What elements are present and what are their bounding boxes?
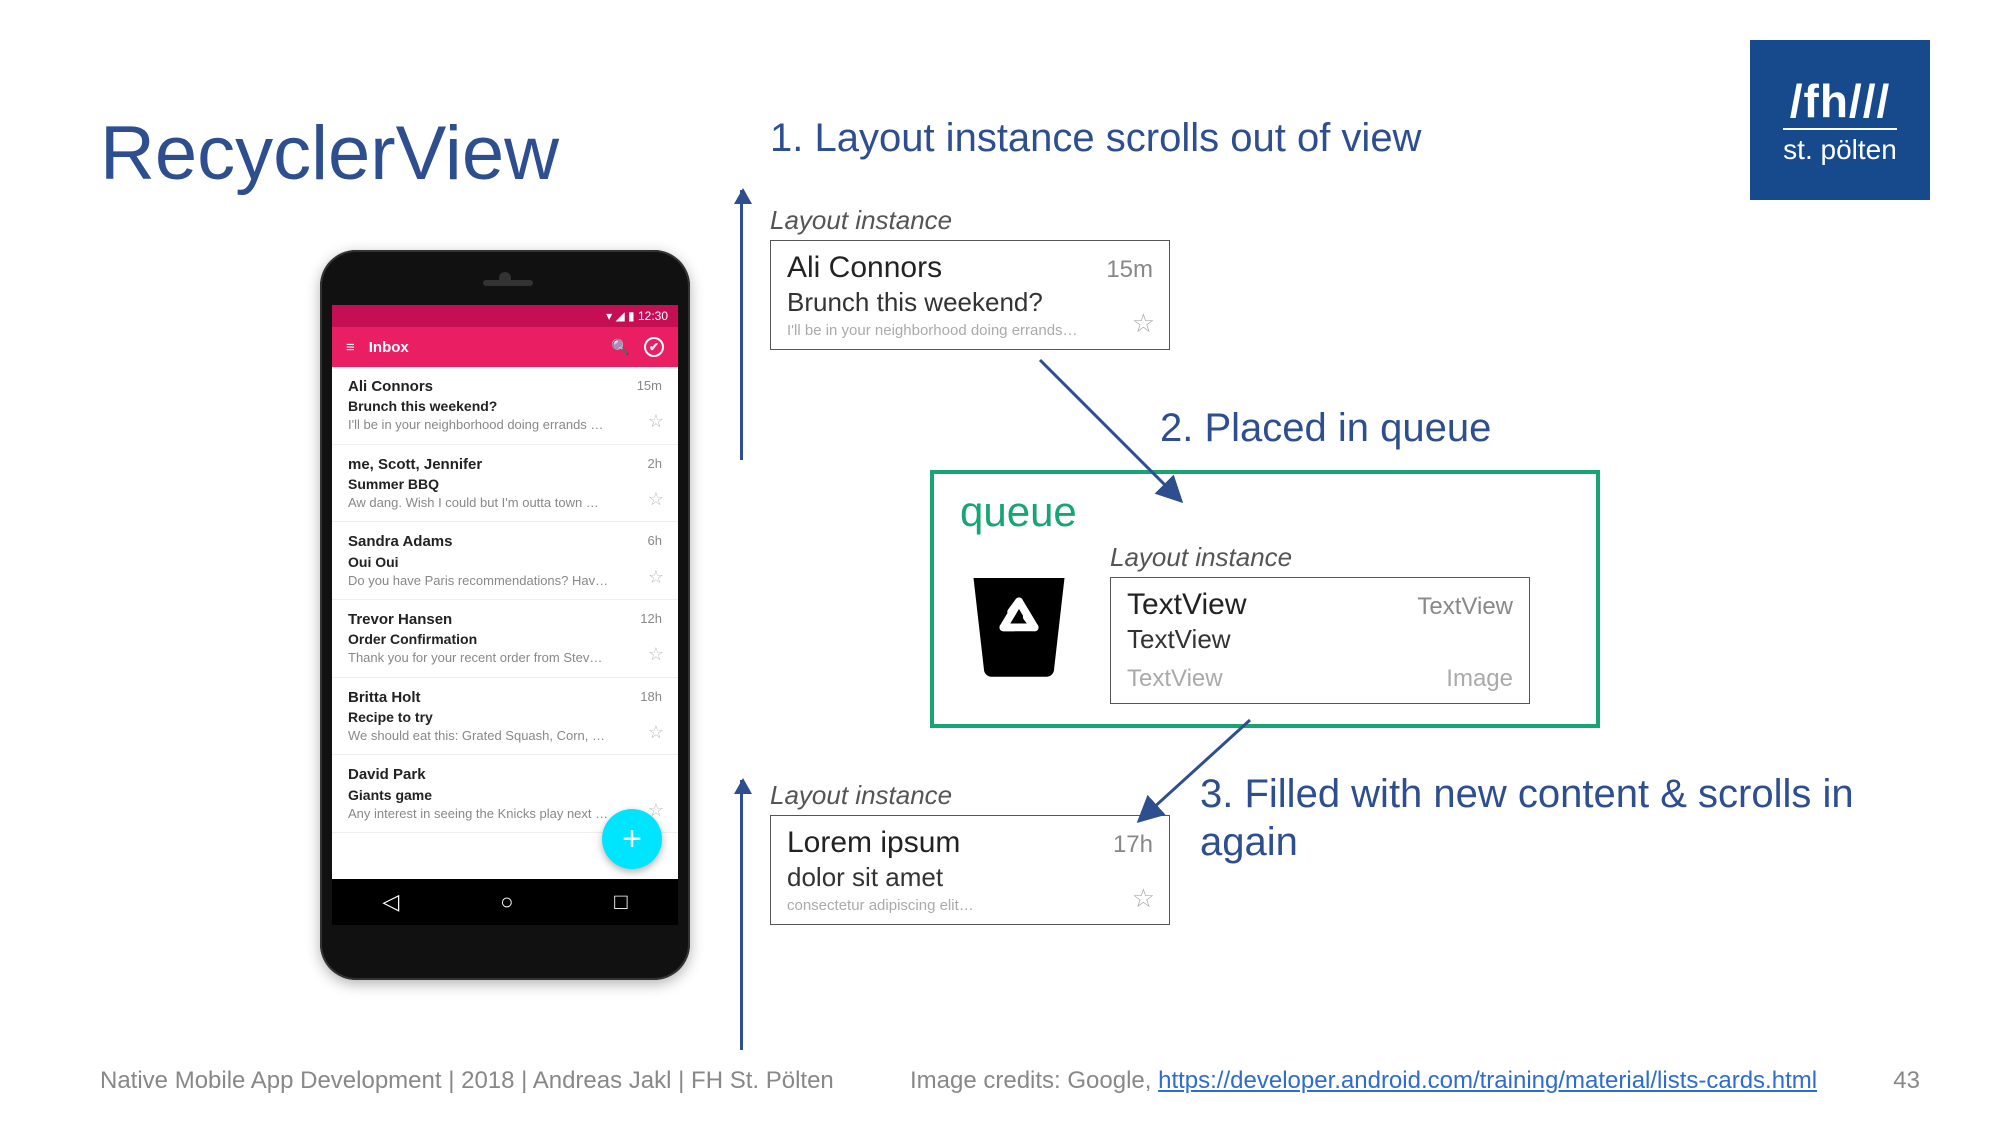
phone-frame: ▾ ◢ ▮ 12:30 ≡ Inbox 🔍 ✔ Ali Connors15mBr… <box>320 250 690 980</box>
li-label: Layout instance <box>770 780 1170 811</box>
star-icon[interactable]: ☆ <box>648 642 664 666</box>
step-2-label: 2. Placed in queue <box>1160 406 1491 451</box>
li-time: 17h <box>1113 831 1153 859</box>
appbar-title: Inbox <box>369 339 409 356</box>
status-bar: ▾ ◢ ▮ 12:30 <box>332 305 678 327</box>
li-subject: dolor sit amet <box>787 862 1153 893</box>
li-subject: TextView <box>1127 624 1513 655</box>
list-item[interactable]: Sandra Adams6hOui OuiDo you have Paris r… <box>332 522 678 600</box>
star-icon[interactable]: ☆ <box>648 409 664 433</box>
page-number: 43 <box>1893 1067 1920 1095</box>
list-item[interactable]: me, Scott, Jennifer2hSummer BBQAw dang. … <box>332 445 678 523</box>
menu-icon[interactable]: ≡ <box>346 339 355 356</box>
star-icon[interactable]: ☆ <box>648 720 664 744</box>
star-icon: ☆ <box>1132 883 1155 914</box>
star-icon[interactable]: ☆ <box>648 565 664 589</box>
li-preview: consectetur adipiscing elit… <box>787 897 1153 914</box>
li-preview: I'll be in your neighborhood doing erran… <box>787 322 1153 339</box>
li-label: Layout instance <box>1110 542 1530 573</box>
li-time: 15m <box>1106 256 1153 284</box>
star-icon[interactable]: ☆ <box>648 487 664 511</box>
search-icon[interactable]: 🔍 <box>611 338 630 356</box>
phone-screen: ▾ ◢ ▮ 12:30 ≡ Inbox 🔍 ✔ Ali Connors15mBr… <box>332 305 678 925</box>
queue-box: queue Layout instance TextViewTextView T… <box>930 470 1600 728</box>
layout-instance-in: Layout instance Lorem ipsum 17h dolor sit… <box>770 780 1170 925</box>
message-list[interactable]: Ali Connors15mBrunch this weekend?I'll b… <box>332 367 678 879</box>
back-icon[interactable]: ◁ <box>382 889 399 915</box>
li-label: Layout instance <box>770 205 1170 236</box>
credit-link[interactable]: https://developer.android.com/training/m… <box>1158 1067 1817 1094</box>
list-item[interactable]: Ali Connors15mBrunch this weekend?I'll b… <box>332 367 678 445</box>
slide-title: RecyclerView <box>100 110 559 197</box>
step-1-label: 1. Layout instance scrolls out of view <box>770 116 1421 161</box>
list-item[interactable]: Britta Holt18hRecipe to tryWe should eat… <box>332 678 678 756</box>
arrow-scroll-out <box>740 190 743 460</box>
logo-bottom: st. pölten <box>1783 128 1897 166</box>
fh-logo: /fh/// st. pölten <box>1750 40 1930 200</box>
li-preview: TextView <box>1127 665 1223 693</box>
star-icon: ☆ <box>1132 308 1155 339</box>
li-subject: Brunch this weekend? <box>787 287 1153 318</box>
li-name: Ali Connors <box>787 251 942 285</box>
recent-icon[interactable]: □ <box>614 889 627 915</box>
step-3-label: 3. Filled with new content & scrolls in … <box>1200 770 1880 866</box>
footer: Native Mobile App Development | 2018 | A… <box>100 1067 1920 1095</box>
app-bar: ≡ Inbox 🔍 ✔ <box>332 327 678 367</box>
arrow-scroll-in <box>740 780 743 1050</box>
li-name: Lorem ipsum <box>787 826 960 860</box>
list-item[interactable]: Trevor Hansen12hOrder ConfirmationThank … <box>332 600 678 678</box>
footer-left: Native Mobile App Development | 2018 | A… <box>100 1067 834 1095</box>
recycle-bin-icon <box>954 552 1084 682</box>
check-icon[interactable]: ✔ <box>644 337 664 357</box>
nav-bar: ◁ ○ □ <box>332 879 678 925</box>
footer-credits: Image credits: Google, https://developer… <box>910 1067 1817 1095</box>
queue-label: queue <box>960 488 1576 536</box>
fab-button[interactable]: + <box>602 809 662 869</box>
logo-top: /fh/// <box>1790 74 1891 128</box>
home-icon[interactable]: ○ <box>500 889 513 915</box>
li-image: Image <box>1446 665 1513 693</box>
layout-instance-out: Layout instance Ali Connors 15m Brunch th… <box>770 205 1170 350</box>
li-name: TextView <box>1127 588 1247 622</box>
li-time: TextView <box>1417 593 1513 621</box>
